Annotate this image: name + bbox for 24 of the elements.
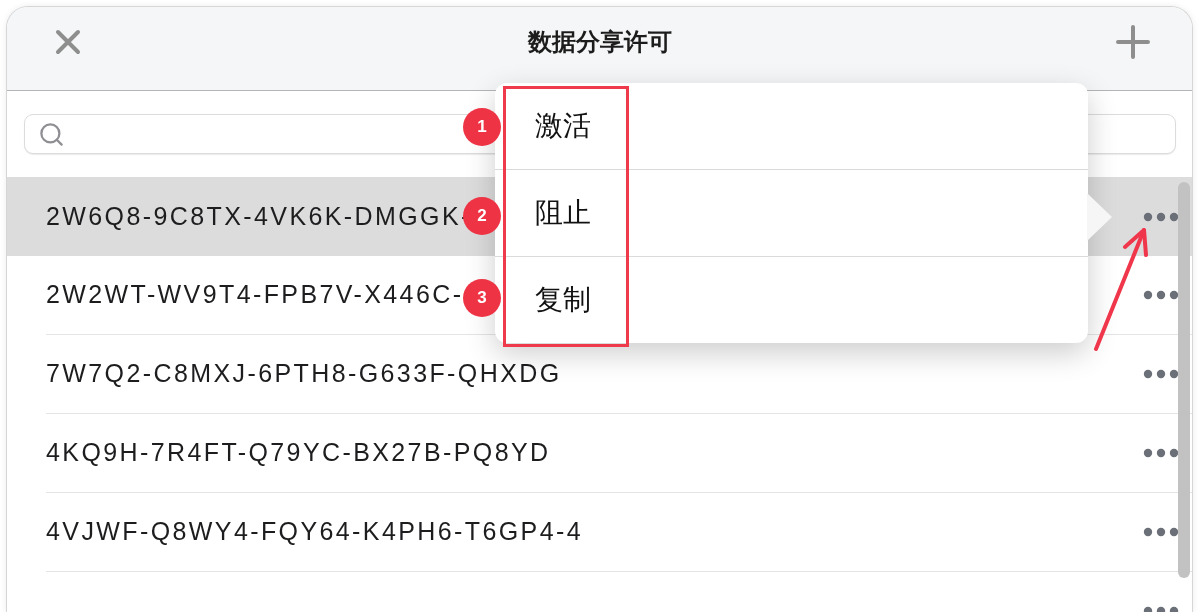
search-icon <box>38 120 65 148</box>
list-row[interactable]: 7W7Q2-C8MXJ-6PTH8-G633F-QHXDG <box>7 335 1192 414</box>
add-icon <box>1116 24 1150 59</box>
ellipsis-icon <box>1143 290 1179 300</box>
more-button[interactable] <box>1143 527 1179 537</box>
more-button[interactable] <box>1143 448 1179 458</box>
more-button[interactable] <box>1143 290 1179 300</box>
list-row[interactable]: 4VJWF-Q8WY4-FQY64-K4PH6-T6GP4-4 <box>7 493 1192 572</box>
ellipsis-icon <box>1143 527 1179 537</box>
ellipsis-icon <box>1143 369 1179 379</box>
ellipsis-icon <box>1143 448 1179 458</box>
close-icon <box>55 28 81 55</box>
scrollbar-thumb[interactable] <box>1178 182 1190 578</box>
list-row[interactable]: 4KQ9H-7R4FT-Q79YC-BX27B-PQ8YD <box>7 414 1192 493</box>
window-title: 数据分享许可 <box>527 26 672 57</box>
close-button[interactable] <box>55 28 81 55</box>
license-key: 4KQ9H-7R4FT-Q79YC-BX27B-PQ8YD <box>46 434 551 472</box>
add-button[interactable] <box>1116 24 1150 59</box>
more-button[interactable] <box>1143 211 1179 222</box>
ellipsis-icon <box>1143 211 1179 222</box>
license-key: 7W7Q2-C8MXJ-6PTH8-G633F-QHXDG <box>46 355 562 393</box>
license-key: 2W2WT-WV9T4-FPB7V-X446C- <box>46 276 464 314</box>
more-button[interactable] <box>1143 369 1179 379</box>
license-key: 4VJWF-Q8WY4-FQY64-K4PH6-T6GP4-4 <box>46 513 583 551</box>
